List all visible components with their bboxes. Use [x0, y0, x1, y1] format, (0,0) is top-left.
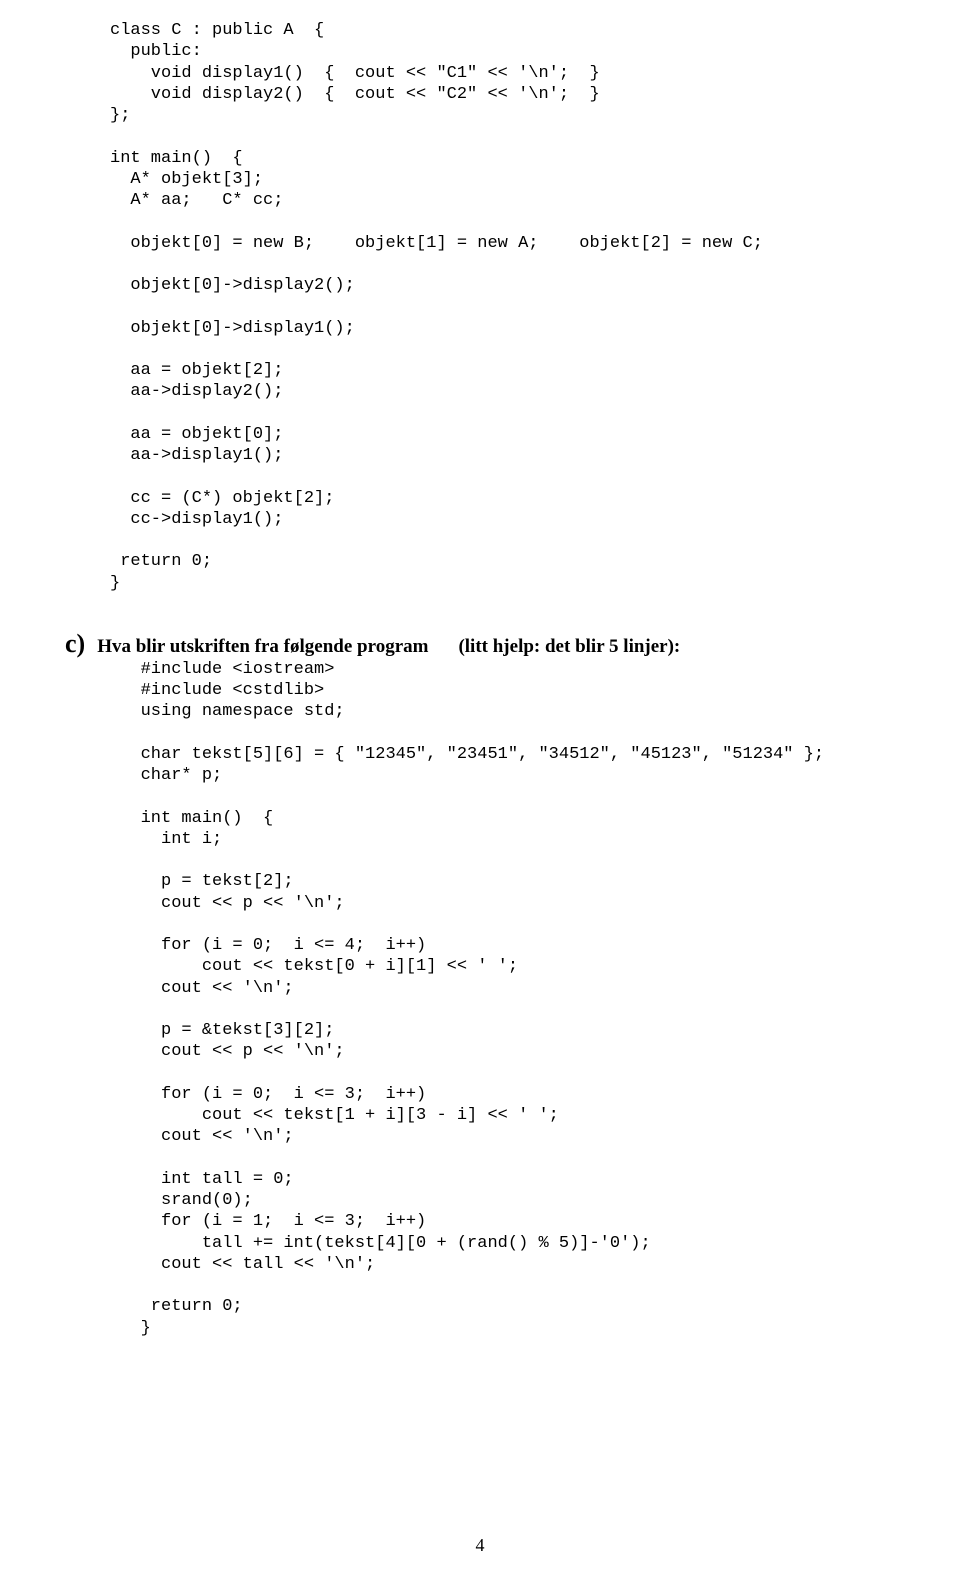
document-page: class C : public A { public: void displa…: [0, 0, 960, 1581]
question-text: Hva blir utskriften fra følgende program: [97, 636, 428, 658]
question-label: c): [65, 629, 85, 659]
code-block-bottom: #include <iostream> #include <cstdlib> u…: [0, 659, 960, 1339]
question-hint: (litt hjelp: det blir 5 linjer):: [458, 636, 680, 658]
page-number: 4: [0, 1535, 960, 1556]
question-row: c) Hva blir utskriften fra følgende prog…: [0, 594, 960, 659]
code-block-top: class C : public A { public: void displa…: [0, 20, 960, 594]
